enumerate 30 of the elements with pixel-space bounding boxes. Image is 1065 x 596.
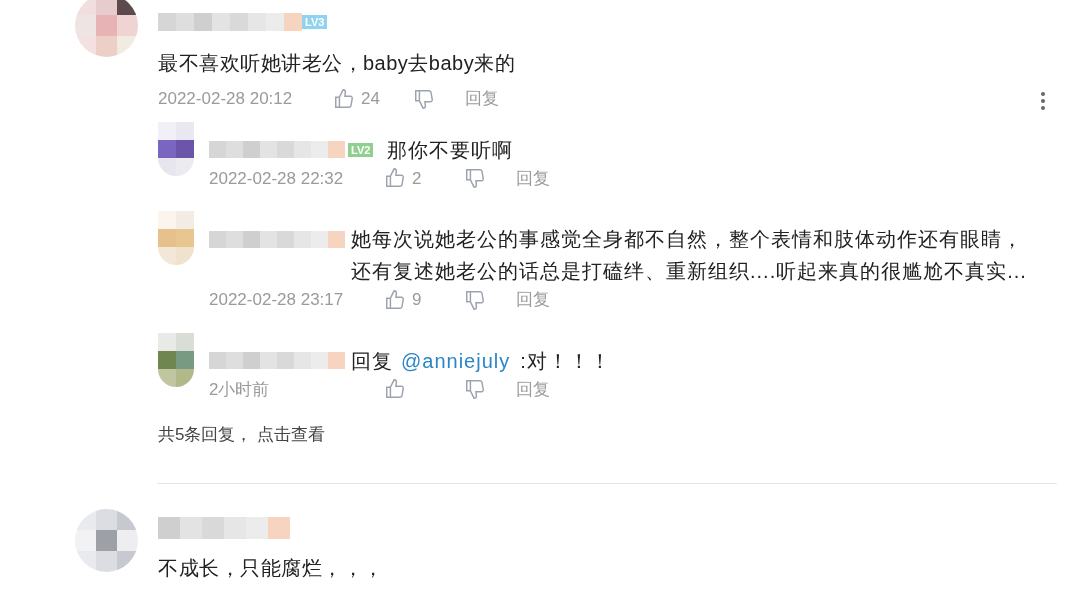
timestamp: 2022-02-28 23:17 [209,289,345,311]
level-badge: LV2 [348,142,374,157]
more-icon[interactable] [1040,91,1046,111]
like-count: 24 [361,88,380,110]
reply-text: :对！！！ [520,349,611,372]
thumbs-down-icon[interactable] [413,87,435,110]
thumbs-up-icon[interactable] [384,288,406,311]
thumbs-down-icon[interactable] [464,288,486,311]
comment-text: 最不喜欢听她讲老公，baby去baby来的 [158,51,517,76]
like-count: 9 [412,289,422,311]
reply-text: 她每次说她老公的事感觉全身都不自然，整个表情和肢体动作还有眼睛，还有复述她老公的话总是打磕绊、重新组织....听起来真的很尴尬不真实... [351,228,1027,282]
thumbs-up-icon[interactable] [333,87,355,110]
thumbs-up-icon[interactable] [384,167,406,190]
reply-text: 那你不要听啊 [387,138,514,161]
view-replies-link[interactable]: 共5条回复， 点击查看 [158,422,1038,448]
reply-button[interactable]: 回复 [465,86,499,112]
timestamp: 2小时前 [209,378,271,401]
reply-prefix: 回复 [351,349,393,372]
reply-button[interactable]: 回复 [516,165,550,191]
thumbs-up-icon[interactable] [384,378,406,401]
level-badge: LV3 [302,15,328,29]
timestamp: 2022-02-28 20:12 [158,88,294,110]
thumbs-down-icon[interactable] [464,167,486,190]
thumbs-down-icon[interactable] [464,378,486,401]
timestamp: 2022-02-28 22:32 [209,167,345,190]
like-count: 2 [412,167,422,190]
reply-button[interactable]: 回复 [516,376,550,402]
reply-button[interactable]: 回复 [516,287,550,313]
comment-text: 不成长，只能腐烂，，， [158,556,384,581]
mention-link[interactable]: @anniejuly [401,349,511,372]
